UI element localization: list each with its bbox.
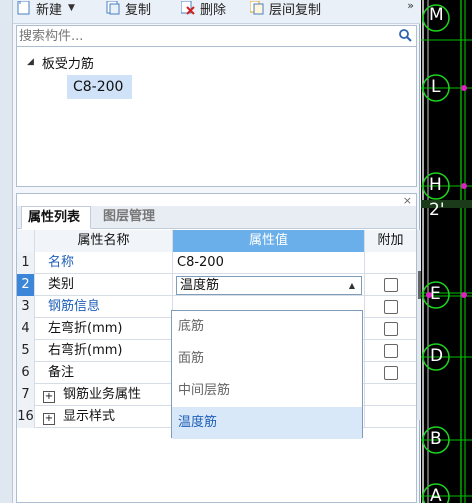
axis-label-b: B (430, 429, 442, 449)
dropdown-option-bottom[interactable]: 底筋 (172, 311, 362, 343)
toolbar: 新建 ▼ 复制 删除 层间复制 » (13, 0, 420, 24)
row-name-group: + 钢筋业务属性 (35, 384, 173, 406)
axis-label-h: H (429, 175, 442, 195)
tree-node-label: 板受力筋 (41, 56, 94, 72)
axis-label-2prime: 2' (429, 200, 445, 220)
category-combo-value: 温度筋 (180, 278, 220, 293)
header-add: 附加 (365, 230, 416, 252)
row-name: 类别 (35, 274, 173, 296)
row-number: 2 (17, 274, 35, 296)
row-number: 4 (17, 318, 35, 340)
tab-layers[interactable]: 图层管理 (97, 206, 177, 229)
axis-label-e: E (430, 284, 441, 304)
search-icon[interactable] (399, 29, 412, 42)
delete-icon (181, 1, 195, 15)
axis-label-l: L (431, 77, 441, 97)
chevron-down-icon[interactable]: ▼ (68, 3, 75, 13)
search-input[interactable] (19, 27, 389, 45)
header-value: 属性值 (173, 230, 365, 252)
tree-node-category[interactable]: ◢ 板受力筋 (27, 53, 94, 72)
add-checkbox[interactable] (384, 322, 398, 336)
tree-leaf-selected[interactable]: C8-200 (67, 75, 132, 99)
row-name: 钢筋信息 (35, 296, 173, 318)
row-name: 显示样式 (63, 409, 116, 424)
header-name: 属性名称 (35, 230, 173, 252)
category-dropdown-list: 底筋 面筋 中间层筋 温度筋 (171, 310, 363, 439)
add-checkbox[interactable] (384, 366, 398, 380)
new-label: 新建 (36, 2, 63, 18)
layer-copy-button[interactable]: 层间复制 (250, 0, 322, 18)
axis-label-d: D (430, 346, 444, 366)
expand-plus-icon[interactable]: + (43, 413, 55, 425)
row-number: 7 (17, 384, 35, 406)
add-checkbox[interactable] (384, 344, 398, 358)
axis-grid-drawing (421, 0, 472, 503)
row-add (365, 296, 416, 318)
row-name: 备注 (35, 362, 173, 384)
delete-button[interactable]: 删除 (181, 0, 227, 18)
table-row[interactable]: 2 类别 温度筋 ▲ (17, 274, 416, 296)
table-row[interactable]: 1 名称 C8-200 (17, 252, 416, 274)
row-add (365, 340, 416, 362)
row-add (365, 406, 416, 428)
copy-label: 复制 (125, 2, 152, 18)
collapse-triangle-icon[interactable]: ◢ (27, 57, 34, 67)
row-number: 3 (17, 296, 35, 318)
grid-header-row: 属性名称 属性值 附加 (17, 230, 416, 252)
row-value[interactable]: C8-200 (173, 252, 365, 274)
dropdown-option-middle[interactable]: 中间层筋 (172, 375, 362, 407)
add-checkbox[interactable] (384, 278, 398, 292)
row-add (365, 362, 416, 384)
new-icon (17, 1, 30, 15)
row-name: 钢筋业务属性 (63, 387, 142, 402)
category-combo[interactable]: 温度筋 ▲ (176, 276, 362, 295)
row-name: 右弯折(mm) (35, 340, 173, 362)
delete-label: 删除 (200, 2, 227, 18)
row-name: 左弯折(mm) (35, 318, 173, 340)
panel-tabs: 属性列表 图层管理 (17, 206, 416, 229)
row-name-group: + 显示样式 (35, 406, 173, 428)
dropdown-option-temperature[interactable]: 温度筋 (172, 407, 362, 439)
row-number: 6 (17, 362, 35, 384)
header-num (17, 230, 35, 252)
row-number: 16 (17, 406, 35, 428)
tab-properties[interactable]: 属性列表 (21, 206, 91, 229)
drawing-canvas[interactable]: M L H 2' E D B A (421, 0, 472, 503)
add-checkbox[interactable] (384, 300, 398, 314)
combo-arrow-icon[interactable]: ▲ (349, 277, 355, 294)
axis-label-a: A (430, 486, 442, 503)
layer-copy-label: 层间复制 (269, 2, 322, 18)
new-button[interactable]: 新建 ▼ (17, 0, 75, 18)
toolbar-overflow-icon[interactable]: » (407, 0, 414, 12)
component-tree: ◢ 板受力筋 C8-200 (16, 47, 417, 187)
left-dock-strip (0, 0, 13, 503)
axis-label-m: M (429, 5, 444, 25)
row-add (365, 384, 416, 406)
copy-icon (106, 1, 120, 15)
row-number: 1 (17, 252, 35, 274)
row-add (365, 274, 416, 296)
row-add (365, 318, 416, 340)
layer-copy-icon (250, 1, 264, 15)
expand-plus-icon[interactable]: + (43, 391, 55, 403)
row-name: 名称 (35, 252, 173, 274)
row-add (365, 252, 416, 274)
search-box (16, 25, 417, 47)
copy-button[interactable]: 复制 (106, 0, 152, 18)
row-number: 5 (17, 340, 35, 362)
dropdown-option-top[interactable]: 面筋 (172, 343, 362, 375)
